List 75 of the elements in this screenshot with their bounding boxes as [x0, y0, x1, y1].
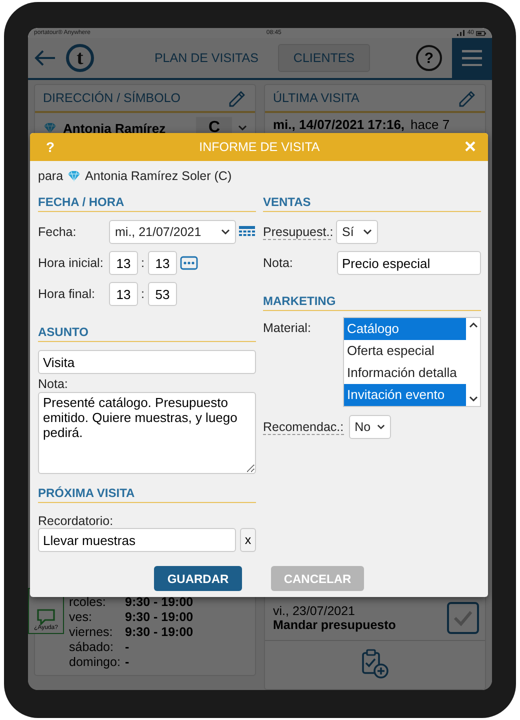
- customer-name: Antonia Ramírez Soler (C): [85, 169, 232, 183]
- calendar-icon[interactable]: [239, 226, 255, 238]
- input-field[interactable]: Llevar muestras: [38, 528, 236, 552]
- field-label: Hora final:: [38, 287, 96, 301]
- field-label: Hora inicial:: [38, 256, 104, 270]
- gem-icon: [67, 170, 82, 182]
- section-heading: ASUNTO: [38, 325, 256, 342]
- field-label: Presupuest.:: [263, 224, 331, 240]
- opening-hours: -: [125, 655, 130, 669]
- customer-name: Antonia Ramírez: [63, 120, 166, 136]
- for-label: para: [38, 169, 64, 183]
- back-icon[interactable]: [34, 49, 56, 67]
- caret-icon: [376, 424, 385, 430]
- section-heading: FECHA / HORA: [38, 195, 256, 212]
- input-field[interactable]: 13: [109, 282, 138, 306]
- note-field[interactable]: Presenté catálogo. Presupuesto emitido. Quiere muestras, y luego pedirá.: [38, 392, 256, 474]
- caret-icon: [221, 229, 230, 235]
- help-button[interactable]: ?: [416, 45, 442, 71]
- date-dropdown[interactable]: mi., 21/07/2021: [109, 220, 236, 244]
- panel-title: ÚLTIMA VISITA: [273, 91, 360, 105]
- listbox-option[interactable]: Información detalla: [344, 362, 466, 384]
- opening-hours: 9:30 - 19:00: [125, 595, 194, 609]
- weekday-label: ves:: [69, 610, 93, 624]
- listbox-option[interactable]: Invitación evento: [344, 384, 466, 406]
- input-field[interactable]: 13: [148, 251, 177, 275]
- task-title: Mandar presupuesto: [273, 618, 396, 632]
- panel-title: DIRECCIÓN / SÍMBOLO: [43, 91, 181, 105]
- opening-hours: 9:30 - 19:00: [125, 625, 194, 639]
- section-heading: VENTAS: [263, 195, 481, 212]
- section-heading: PRÓXIMA VISITA: [38, 486, 256, 503]
- field-label: Fecha:: [38, 225, 78, 239]
- weekday-label: domingo:: [69, 655, 122, 669]
- dialog-title: INFORME DE VISITA: [199, 140, 320, 154]
- input-field[interactable]: Precio especial: [337, 251, 481, 275]
- clipboard-add-icon[interactable]: [361, 649, 389, 679]
- task-date: vi., 23/07/2021: [273, 604, 356, 618]
- menu-icon: [462, 50, 482, 66]
- weekday-label: viernes:: [69, 625, 114, 639]
- listbox-option[interactable]: Oferta especial: [344, 340, 466, 362]
- field-label: Material:: [263, 321, 312, 335]
- check-icon: [453, 610, 473, 626]
- gem-icon: [43, 122, 57, 134]
- signal-icon: [457, 30, 466, 36]
- logo: t: [66, 44, 94, 72]
- field-label: Nota:: [38, 377, 69, 391]
- more-icon[interactable]: [180, 256, 198, 270]
- caret-icon: [238, 125, 247, 131]
- chat-icon: [37, 609, 55, 625]
- input-field[interactable]: 53: [148, 282, 177, 306]
- time-ago: hace 7: [410, 117, 450, 132]
- field-label: Nota:: [263, 256, 294, 270]
- battery-icon: [476, 30, 486, 36]
- listbox-option[interactable]: Catálogo: [344, 318, 466, 340]
- quote-dropdown[interactable]: Sí: [336, 220, 378, 244]
- recommendation-dropdown[interactable]: No: [348, 415, 391, 439]
- save-button[interactable]: GUARDAR: [154, 566, 242, 591]
- material-listbox[interactable]: Catálogo Oferta especial Información detalla Invitación evento: [343, 317, 481, 407]
- input-field[interactable]: 13: [109, 251, 138, 275]
- field-label: Recomendac.:: [263, 420, 344, 434]
- clear-button[interactable]: x: [240, 528, 256, 552]
- opening-hours: -: [125, 640, 130, 654]
- section-heading: MARKETING: [263, 294, 481, 311]
- scroll-down-icon[interactable]: [468, 396, 478, 402]
- opening-hours: 9:30 - 19:00: [125, 610, 194, 624]
- menu-button[interactable]: [452, 38, 492, 78]
- task-checkbox[interactable]: [447, 602, 479, 634]
- time-separator: :: [141, 256, 145, 270]
- scroll-up-icon[interactable]: [468, 322, 478, 328]
- input-field[interactable]: Visita: [38, 350, 256, 374]
- weekday-label: rcoles:: [69, 595, 107, 609]
- last-visit-date: mi., 14/07/2021 17:16,: [273, 117, 405, 132]
- field-label: Recordatorio:: [38, 514, 114, 528]
- weekday-label: sábado:: [69, 640, 114, 654]
- time-separator: :: [141, 287, 145, 301]
- caret-icon: [363, 229, 372, 235]
